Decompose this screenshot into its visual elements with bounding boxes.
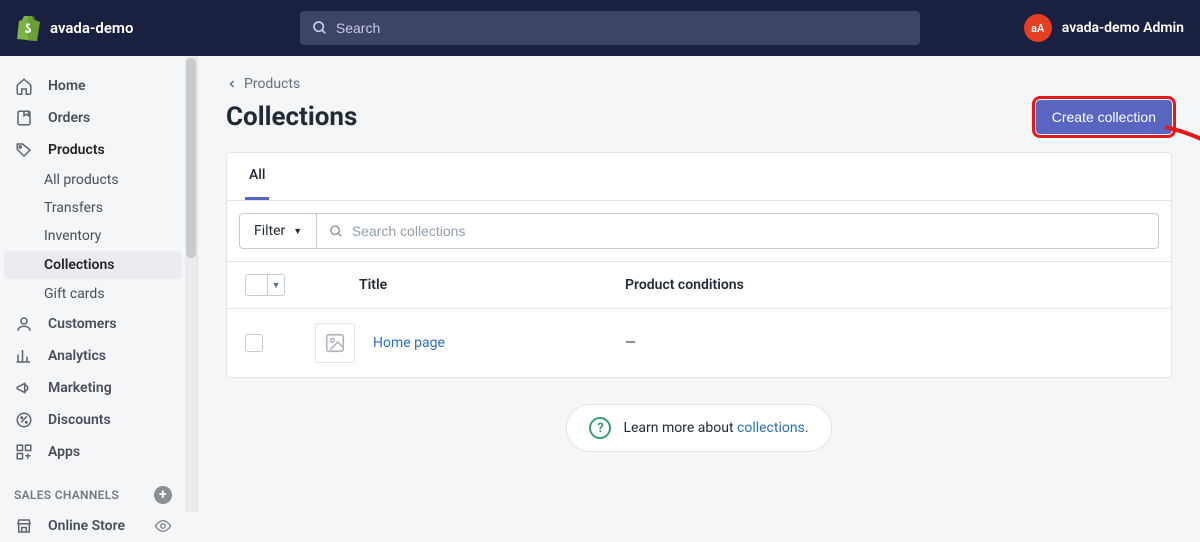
add-channel-button[interactable]: + xyxy=(154,486,172,504)
discount-icon xyxy=(14,410,34,430)
nav-label: Marketing xyxy=(48,380,112,396)
scrollbar-thumb[interactable] xyxy=(186,58,196,258)
collection-search-input[interactable] xyxy=(352,214,1146,248)
breadcrumb-label: Products xyxy=(244,76,300,92)
create-collection-button[interactable]: Create collection xyxy=(1036,100,1172,134)
customers-icon xyxy=(14,314,34,334)
nav-customers[interactable]: Customers xyxy=(0,308,186,340)
nav-label: Gift cards xyxy=(44,286,105,302)
learn-more-link[interactable]: collections xyxy=(737,420,805,436)
main-content: Products Collections Create collection A… xyxy=(198,56,1200,512)
select-all-combo[interactable]: ▼ xyxy=(245,274,315,296)
nav-all-products[interactable]: All products xyxy=(0,166,186,194)
section-label: SALES CHANNELS xyxy=(14,488,119,502)
collections-card: All Filter ▼ ▼ Title Product conditions xyxy=(226,152,1172,378)
global-search[interactable] xyxy=(300,11,920,45)
search-input[interactable] xyxy=(336,20,908,36)
image-placeholder-icon xyxy=(315,323,355,363)
caret-down-icon: ▼ xyxy=(268,280,284,291)
scrollbar-track[interactable] xyxy=(185,56,197,512)
nav-label: Home xyxy=(48,78,86,94)
store-name: avada-demo xyxy=(50,19,133,37)
page-title: Collections xyxy=(226,102,357,132)
nav-label: Online Store xyxy=(48,518,125,534)
nav-label: Collections xyxy=(44,257,114,273)
nav-label: Orders xyxy=(48,110,90,126)
filter-button[interactable]: Filter ▼ xyxy=(239,213,317,249)
nav-inventory[interactable]: Inventory xyxy=(0,222,186,250)
nav-online-store[interactable]: Online Store xyxy=(0,510,186,542)
user-menu[interactable]: aA avada-demo Admin xyxy=(1024,14,1184,42)
search-icon xyxy=(329,224,344,239)
nav-apps[interactable]: Apps xyxy=(0,436,186,468)
user-name: avada-demo Admin xyxy=(1062,20,1184,36)
nav-label: Analytics xyxy=(48,348,106,364)
nav-label: Transfers xyxy=(44,200,103,216)
filter-label: Filter xyxy=(254,223,285,239)
nav-marketing[interactable]: Marketing xyxy=(0,372,186,404)
nav-label: Apps xyxy=(48,444,80,460)
table-header: ▼ Title Product conditions xyxy=(227,261,1171,309)
avatar: aA xyxy=(1024,14,1052,42)
nav-gift-cards[interactable]: Gift cards xyxy=(0,280,186,308)
chevron-left-icon xyxy=(226,78,238,90)
caret-down-icon: ▼ xyxy=(293,226,302,237)
nav-products[interactable]: Products xyxy=(0,134,186,166)
help-icon: ? xyxy=(589,417,611,439)
learn-more-text: Learn more about collections. xyxy=(623,420,808,436)
table-row[interactable]: Home page — xyxy=(227,309,1171,377)
search-icon xyxy=(312,20,328,36)
nav-analytics[interactable]: Analytics xyxy=(0,340,186,372)
row-conditions: — xyxy=(625,335,1153,351)
nav-label: Discounts xyxy=(48,412,111,428)
megaphone-icon xyxy=(14,378,34,398)
tabs: All xyxy=(227,153,1171,201)
store-icon xyxy=(14,516,34,536)
nav-discounts[interactable]: Discounts xyxy=(0,404,186,436)
nav-transfers[interactable]: Transfers xyxy=(0,194,186,222)
nav-collections[interactable]: Collections xyxy=(4,251,182,279)
breadcrumb-back[interactable]: Products xyxy=(226,76,1172,92)
row-title[interactable]: Home page xyxy=(355,335,625,351)
collection-link[interactable]: Home page xyxy=(373,335,445,351)
tab-all[interactable]: All xyxy=(245,153,269,200)
sales-channels-header: SALES CHANNELS + xyxy=(0,468,186,510)
nav-label: Inventory xyxy=(44,228,101,244)
topbar: avada-demo aA avada-demo Admin xyxy=(0,0,1200,56)
search-wrap xyxy=(212,11,1008,45)
orders-icon xyxy=(14,108,34,128)
view-store-icon[interactable] xyxy=(154,517,172,535)
home-icon xyxy=(14,76,34,96)
tag-icon xyxy=(14,140,34,160)
row-checkbox[interactable] xyxy=(245,334,315,352)
nav-label: All products xyxy=(44,172,119,188)
analytics-icon xyxy=(14,346,34,366)
shopify-bag-icon xyxy=(16,15,40,41)
nav-orders[interactable]: Orders xyxy=(0,102,186,134)
toolbar: Filter ▼ xyxy=(227,201,1171,261)
collection-search[interactable] xyxy=(317,213,1159,249)
apps-icon xyxy=(14,442,34,462)
nav-label: Products xyxy=(48,142,105,158)
column-conditions[interactable]: Product conditions xyxy=(625,277,1153,293)
sidebar: Home Orders Products All products Transf… xyxy=(0,56,198,512)
learn-more-box: ? Learn more about collections. xyxy=(566,404,831,452)
nav-home[interactable]: Home xyxy=(0,70,186,102)
logo[interactable]: avada-demo xyxy=(16,15,196,41)
page-header: Collections Create collection xyxy=(226,100,1172,134)
nav-label: Customers xyxy=(48,316,117,332)
column-title[interactable]: Title xyxy=(315,277,625,293)
